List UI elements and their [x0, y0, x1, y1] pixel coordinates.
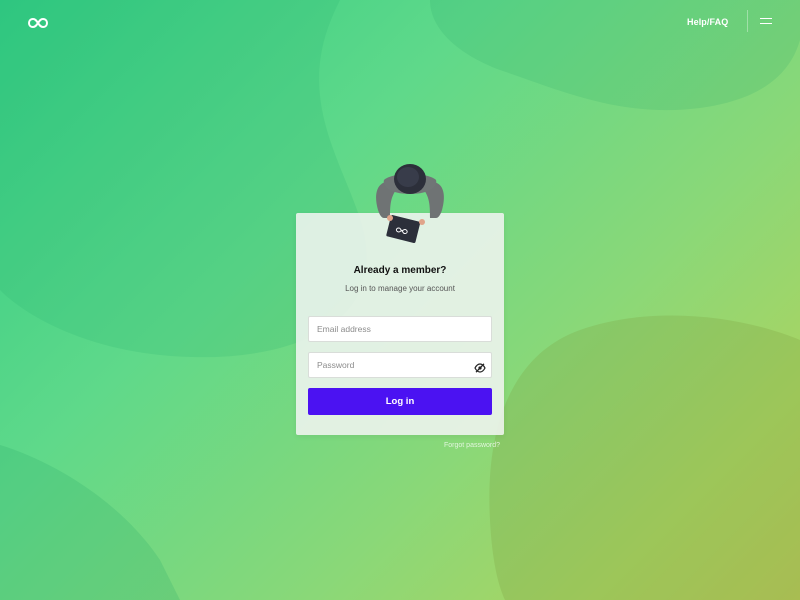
login-title: Already a member? [353, 265, 447, 276]
login-subtitle: Log in to manage your account [345, 284, 455, 293]
forgot-password-link[interactable]: Forgot password? [444, 442, 500, 449]
login-button[interactable]: Log in [308, 388, 492, 415]
logo-icon[interactable] [27, 16, 49, 29]
header-divider [747, 10, 748, 32]
hamburger-menu-icon[interactable] [760, 18, 772, 25]
person-laptop-illustration [376, 164, 444, 244]
email-input[interactable] [308, 316, 492, 342]
password-input[interactable] [308, 352, 492, 378]
eye-off-icon[interactable] [474, 360, 486, 373]
help-faq-link[interactable]: Help/FAQ [687, 17, 728, 27]
